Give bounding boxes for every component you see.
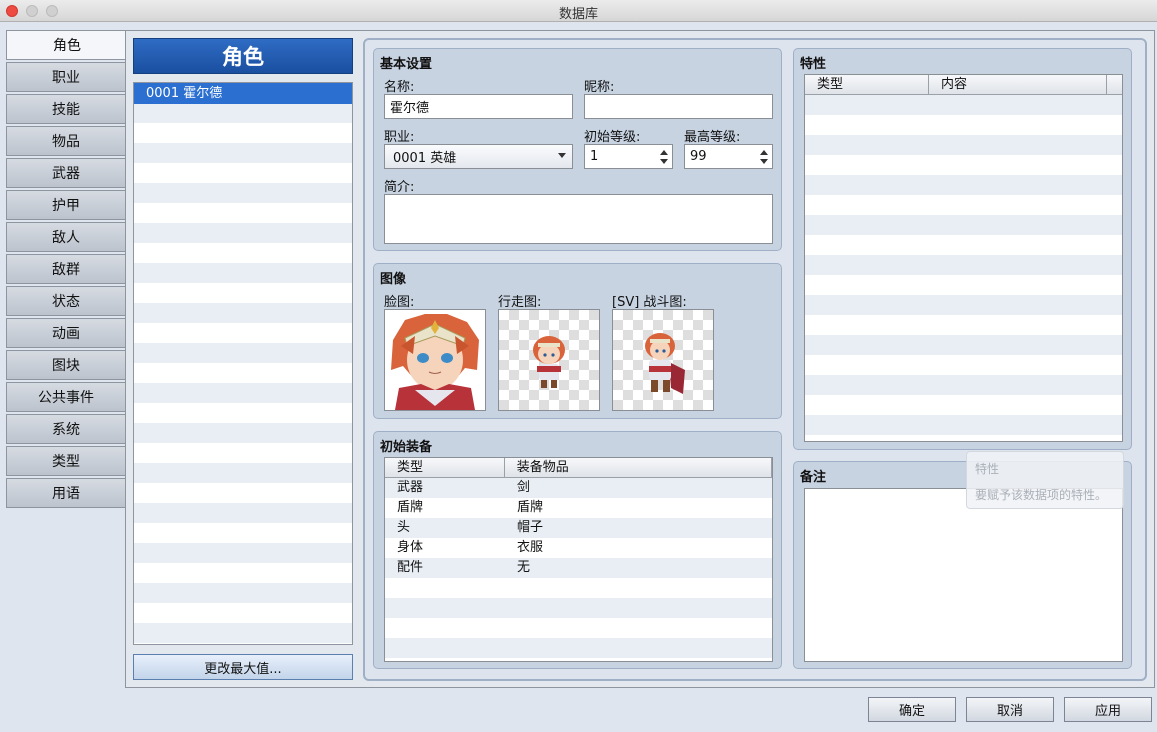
- class-select[interactable]: 0001 英雄: [384, 144, 573, 169]
- table-row[interactable]: 身体 衣服: [385, 538, 772, 558]
- actor-list[interactable]: 0001 霍尔德: [133, 82, 353, 645]
- general-settings-title: 基本设置: [380, 57, 433, 72]
- tab-tilesets[interactable]: 图块: [6, 350, 126, 380]
- table-row[interactable]: 武器 剑: [385, 478, 772, 498]
- class-select-value: 0001 英雄: [393, 151, 457, 166]
- profile-label: 简介:: [384, 180, 415, 195]
- max-level-stepper[interactable]: 99: [684, 144, 773, 169]
- spinner-arrows-icon[interactable]: [660, 147, 669, 169]
- profile-textarea[interactable]: [384, 194, 773, 244]
- max-level-value: 99: [690, 149, 707, 164]
- initial-level-stepper[interactable]: 1: [584, 144, 673, 169]
- tab-troops[interactable]: 敌群: [6, 254, 126, 284]
- list-item[interactable]: 0001 霍尔德: [134, 83, 352, 104]
- change-max-button[interactable]: 更改最大值...: [133, 654, 353, 680]
- images-title: 图像: [380, 272, 407, 287]
- tab-items[interactable]: 物品: [6, 126, 126, 156]
- apply-button[interactable]: 应用: [1064, 697, 1152, 722]
- max-level-label: 最高等级:: [684, 130, 741, 145]
- equipment-item-cell: 剑: [517, 480, 531, 495]
- title-bar: 数据库: [0, 0, 1157, 22]
- tab-system[interactable]: 系统: [6, 414, 126, 444]
- tab-common-events[interactable]: 公共事件: [6, 382, 126, 412]
- equipment-type-cell: 盾牌: [397, 500, 424, 515]
- class-label: 职业:: [384, 130, 415, 145]
- column-header-equipment[interactable]: 装备物品: [505, 458, 772, 477]
- note-textarea[interactable]: [804, 488, 1123, 662]
- battler-label: [SV] 战斗图:: [612, 295, 687, 310]
- table-row[interactable]: 头 帽子: [385, 518, 772, 538]
- sv-battler-image[interactable]: [612, 309, 714, 411]
- initial-level-label: 初始等级:: [584, 130, 641, 145]
- tab-classes[interactable]: 职业: [6, 62, 126, 92]
- tab-states[interactable]: 状态: [6, 286, 126, 316]
- equipment-table-header: 类型 装备物品: [385, 458, 772, 478]
- table-row[interactable]: 配件 无: [385, 558, 772, 578]
- name-field[interactable]: 霍尔德: [384, 94, 573, 119]
- traits-table[interactable]: 类型 内容: [804, 74, 1123, 442]
- equipment-type-cell: 武器: [397, 480, 424, 495]
- tab-armors[interactable]: 护甲: [6, 190, 126, 220]
- window-title: 数据库: [558, 7, 598, 22]
- traits-title: 特性: [800, 57, 827, 72]
- equipment-type-cell: 头: [397, 520, 411, 535]
- chevron-down-icon: [558, 153, 566, 158]
- face-image[interactable]: [384, 309, 486, 411]
- tooltip-text: 要赋予该数据项的特性。: [975, 488, 1108, 502]
- column-header-type[interactable]: 类型: [805, 75, 929, 94]
- tab-terms[interactable]: 用语: [6, 478, 126, 508]
- traits-table-header: 类型 内容: [805, 75, 1122, 95]
- general-settings-panel: 基本设置 名称: 霍尔德 昵称: 职业: 0001 英雄 初始等级: 1 最高等…: [373, 48, 782, 251]
- ok-button[interactable]: 确定: [868, 697, 956, 722]
- database-tabs: 角色 职业 技能 物品 武器 护甲 敌人 敌群 状态 动画 图块 公共事件 系统…: [6, 30, 127, 510]
- tooltip-title: 特性: [975, 462, 1000, 476]
- equipment-item-cell: 无: [517, 560, 531, 575]
- tab-animations[interactable]: 动画: [6, 318, 126, 348]
- equipment-table[interactable]: 类型 装备物品 武器 剑 盾牌 盾牌 头 帽子 身体 衣服 配件 无: [384, 457, 773, 662]
- traits-tooltip: 特性 要赋予该数据项的特性。: [966, 451, 1124, 509]
- traits-panel: 特性 类型 内容: [793, 48, 1132, 450]
- tab-actors[interactable]: 角色: [6, 30, 127, 60]
- equipment-item-cell: 帽子: [517, 520, 544, 535]
- tab-weapons[interactable]: 武器: [6, 158, 126, 188]
- initial-level-value: 1: [590, 149, 599, 164]
- equipment-item-cell: 盾牌: [517, 500, 544, 515]
- hero-battler-sprite-icon: [645, 333, 685, 394]
- initial-equipment-title: 初始装备: [380, 440, 433, 455]
- name-label: 名称:: [384, 80, 415, 95]
- images-panel: 图像 脸图: 行走图: [SV] 战斗图:: [373, 263, 782, 419]
- character-label: 行走图:: [498, 295, 542, 310]
- spinner-arrows-icon[interactable]: [760, 147, 769, 169]
- column-header-content[interactable]: 内容: [929, 75, 1107, 94]
- tab-enemies[interactable]: 敌人: [6, 222, 126, 252]
- equipment-type-cell: 身体: [397, 540, 424, 555]
- column-header-type[interactable]: 类型: [385, 458, 505, 477]
- table-row[interactable]: 盾牌 盾牌: [385, 498, 772, 518]
- face-label: 脸图:: [384, 295, 415, 310]
- character-image[interactable]: [498, 309, 600, 411]
- nickname-field[interactable]: [584, 94, 773, 119]
- nickname-label: 昵称:: [584, 80, 615, 95]
- equipment-type-cell: 配件: [397, 560, 424, 575]
- note-title: 备注: [800, 470, 827, 485]
- equipment-item-cell: 衣服: [517, 540, 544, 555]
- cancel-button[interactable]: 取消: [966, 697, 1054, 722]
- hero-walk-sprite-icon: [533, 336, 565, 388]
- hero-face-icon: [391, 314, 479, 410]
- actor-list-header: 角色: [133, 38, 353, 74]
- initial-equipment-panel: 初始装备 类型 装备物品 武器 剑 盾牌 盾牌 头 帽子 身体 衣服 配件 无: [373, 431, 782, 669]
- tab-skills[interactable]: 技能: [6, 94, 126, 124]
- tab-types[interactable]: 类型: [6, 446, 126, 476]
